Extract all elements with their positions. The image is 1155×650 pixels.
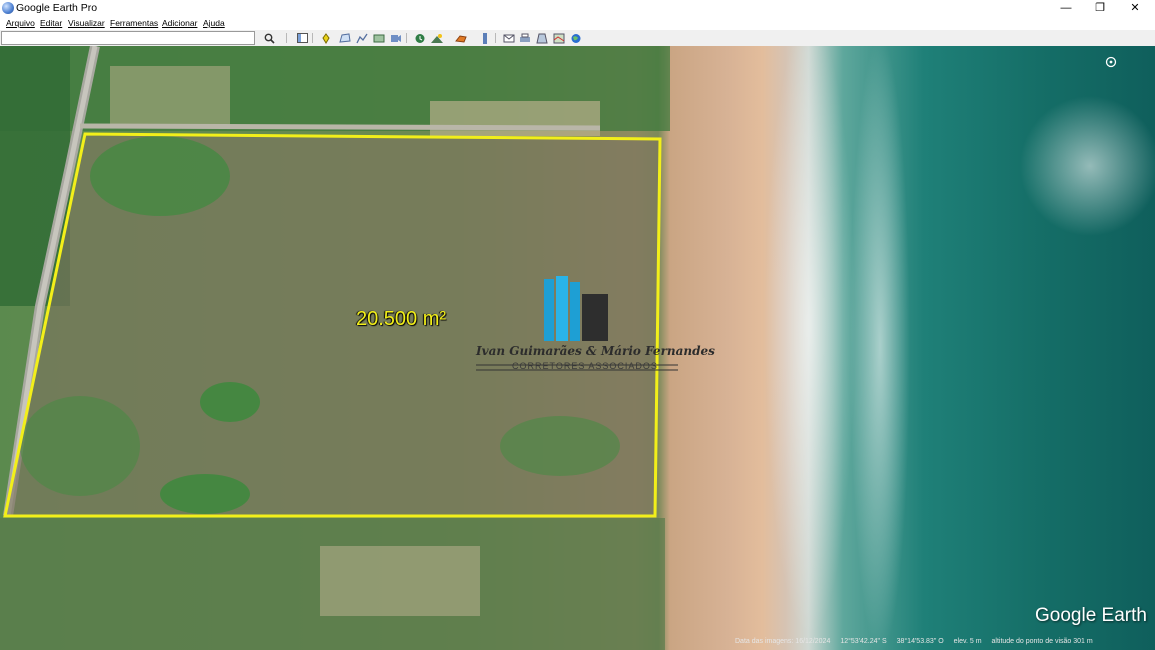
ruler-icon[interactable] bbox=[478, 32, 491, 44]
save-image-icon[interactable] bbox=[535, 32, 548, 44]
menu-ferramentas[interactable]: Ferramentas bbox=[110, 17, 158, 30]
window-title: Google Earth Pro bbox=[16, 2, 98, 14]
watermark-subtitle: CORRETORES ASSOCIADOS bbox=[512, 361, 658, 371]
placemark-icon[interactable] bbox=[320, 32, 333, 44]
planets-icon[interactable] bbox=[454, 32, 467, 44]
compass-icon[interactable] bbox=[1105, 56, 1117, 68]
menu-bar: Arquivo Editar Visualizar Ferramentas Ad… bbox=[0, 17, 1155, 30]
polygon-icon[interactable] bbox=[338, 32, 351, 44]
title-bar: Google Earth Pro — ❐ ✕ bbox=[0, 0, 1155, 17]
toolbar-separator bbox=[312, 33, 313, 43]
toolbar-separator bbox=[286, 33, 287, 43]
menu-visualizar[interactable]: Visualizar bbox=[68, 17, 105, 30]
image-overlay-icon[interactable] bbox=[372, 32, 385, 44]
google-earth-logo: Google Earth bbox=[1035, 605, 1147, 626]
toolbar bbox=[0, 30, 1155, 47]
area-label: 20.500 m² bbox=[356, 308, 447, 330]
watermark-name: Ivan Guimarães & Mário Fernandes bbox=[476, 344, 715, 358]
status-bar: Data das imagens: 16/12/2024 12°53'42.24… bbox=[735, 638, 1155, 650]
longitude-readout: 38°14'53.83" O bbox=[896, 638, 944, 645]
view-in-maps-icon[interactable] bbox=[552, 32, 565, 44]
earth-gallery-icon[interactable] bbox=[569, 32, 582, 44]
latitude-readout: 12°53'42.24" S bbox=[840, 638, 887, 645]
toolbar-separator bbox=[495, 33, 496, 43]
print-icon[interactable] bbox=[518, 32, 531, 44]
elevation-readout: elev. 5 m bbox=[953, 638, 982, 645]
toolbar-separator bbox=[406, 33, 407, 43]
map-view[interactable]: 20.500 m² Ivan Guimarães & Mário Fernand… bbox=[0, 46, 1155, 650]
historical-imagery-icon[interactable] bbox=[413, 32, 426, 44]
search-input[interactable] bbox=[1, 31, 255, 45]
eye-altitude-readout: altitude do ponto de visão 301 m bbox=[991, 638, 1093, 645]
google-earth-app-icon bbox=[2, 2, 14, 14]
minimize-button[interactable]: — bbox=[1049, 0, 1083, 17]
path-icon[interactable] bbox=[355, 32, 368, 44]
maximize-button[interactable]: ❐ bbox=[1083, 0, 1117, 17]
sunlight-icon[interactable] bbox=[430, 32, 443, 44]
menu-adicionar[interactable]: Adicionar bbox=[162, 17, 197, 30]
menu-arquivo[interactable]: Arquivo bbox=[6, 17, 35, 30]
menu-ajuda[interactable]: Ajuda bbox=[203, 17, 225, 30]
search-icon[interactable] bbox=[263, 32, 276, 44]
menu-editar[interactable]: Editar bbox=[40, 17, 62, 30]
imagery-date: Data das imagens: 16/12/2024 bbox=[735, 638, 831, 645]
record-tour-icon[interactable] bbox=[389, 32, 402, 44]
close-button[interactable]: ✕ bbox=[1118, 0, 1152, 17]
email-icon[interactable] bbox=[502, 32, 515, 44]
sidebar-icon[interactable] bbox=[296, 32, 309, 44]
